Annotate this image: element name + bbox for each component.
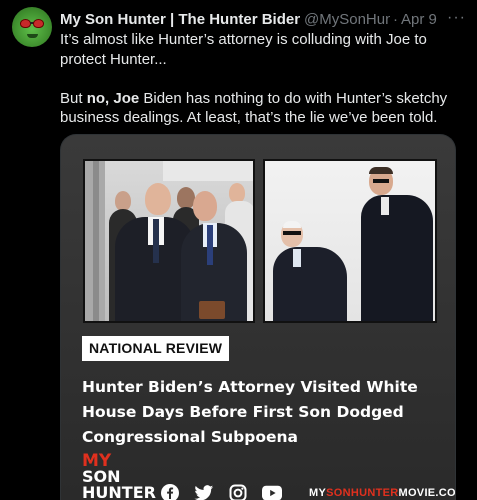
tweet-bold-text: no, Joe (86, 89, 140, 107)
instagram-icon[interactable] (228, 484, 248, 500)
tweet-paragraph-2: But no, Joe Biden has nothing to do with… (60, 89, 448, 127)
social-icons (160, 484, 282, 500)
photo-hunter-with-attorney (83, 159, 255, 323)
facebook-icon[interactable] (160, 484, 180, 500)
source-badge: NATIONAL REVIEW (82, 336, 230, 361)
separator-dot: · (393, 10, 398, 28)
photo-joe-and-hunter-stairs (263, 159, 437, 323)
tweet-date[interactable]: Apr 9 (401, 11, 437, 28)
tweet-header: My Son Hunter | The Hunter Biden I @MySo… (60, 9, 470, 29)
my-son-hunter-logo: MY SON HUNTER (82, 451, 156, 500)
more-options-icon[interactable]: ··· (447, 9, 466, 27)
twitter-icon[interactable] (194, 484, 214, 500)
tweet-media-card[interactable]: NATIONAL REVIEW Hunter Biden’s Attorney … (60, 134, 456, 500)
avatar[interactable] (12, 7, 52, 47)
site-url-link[interactable]: MYSONHUNTERMOVIE.COM (309, 487, 455, 499)
tweet-text: It’s almost like Hunter’s attorney is co… (60, 30, 465, 128)
user-handle[interactable]: @MySonHun (304, 11, 390, 28)
youtube-icon[interactable] (262, 484, 282, 500)
card-headline[interactable]: Hunter Biden’s Attorney Visited White Ho… (82, 375, 432, 450)
avatar-glasses-right (33, 19, 44, 28)
tweet-paragraph-1: It’s almost like Hunter’s attorney is co… (60, 31, 427, 68)
display-name[interactable]: My Son Hunter | The Hunter Biden I (60, 11, 300, 28)
tweet[interactable]: My Son Hunter | The Hunter Biden I @MySo… (0, 0, 477, 500)
